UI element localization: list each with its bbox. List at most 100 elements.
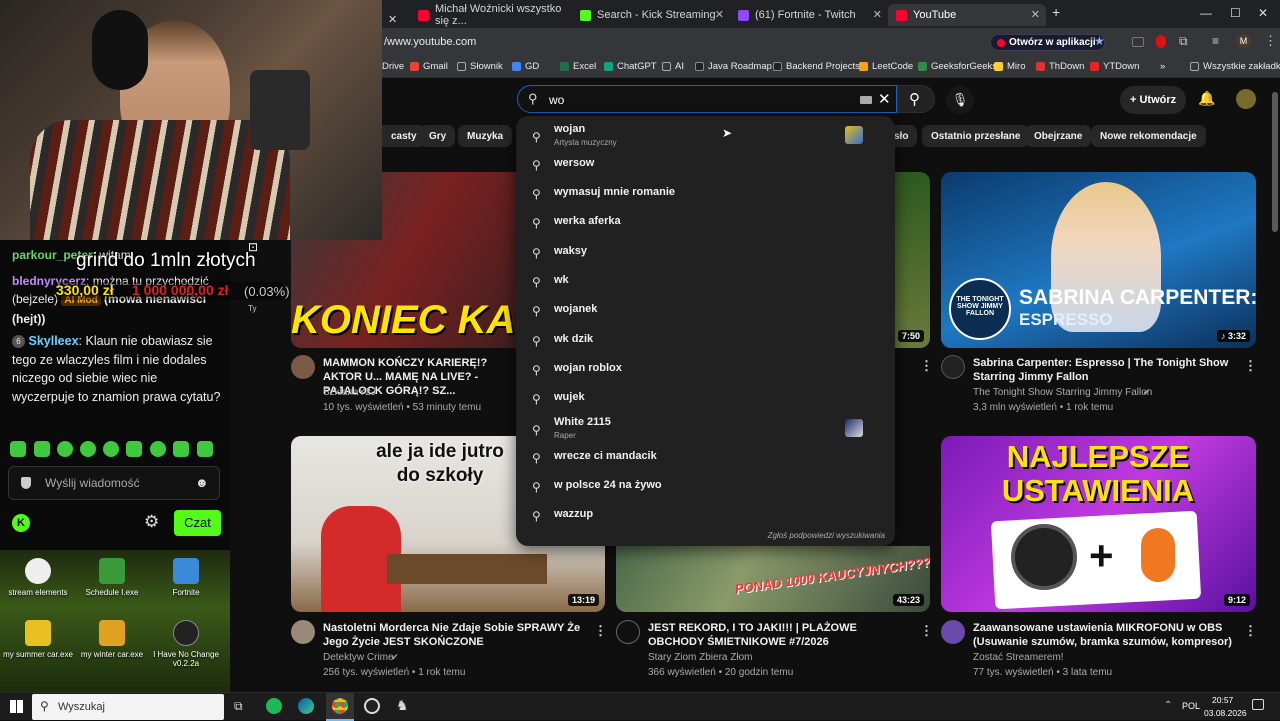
maximize-icon[interactable]: ☐ bbox=[1230, 6, 1241, 20]
emote-icon[interactable] bbox=[197, 441, 213, 457]
emoji-icon[interactable]: ☻ bbox=[195, 475, 209, 490]
suggestion-item[interactable]: ⚲ werka aferka bbox=[516, 208, 895, 237]
clear-search-icon[interactable]: ✕ bbox=[878, 90, 891, 108]
channel-name[interactable]: The Tonight Show Starring Jimmy Fallon bbox=[973, 387, 1152, 398]
url-text[interactable]: /www.youtube.com bbox=[384, 36, 476, 48]
bookmark-gd[interactable]: GD bbox=[512, 61, 539, 72]
video-title[interactable]: JEST REKORD, I TO JAKI!!! | PLAŻOWE OBCH… bbox=[648, 621, 888, 649]
desktop-icon-i-have-no-change[interactable]: I Have No Change v0.2.2a bbox=[148, 620, 224, 668]
page-scrollbar[interactable] bbox=[1272, 92, 1278, 232]
emote-icon[interactable] bbox=[57, 441, 73, 457]
tab-twitch[interactable]: (61) Fortnite - Twitch ✕ bbox=[730, 4, 888, 26]
report-suggestions-link[interactable]: Zgłoś podpowiedzi wyszukiwania bbox=[768, 531, 885, 540]
emote-icon[interactable] bbox=[80, 441, 96, 457]
emote-icon[interactable] bbox=[10, 441, 26, 457]
kick-logo-icon[interactable]: K bbox=[12, 514, 30, 532]
more-options-icon[interactable]: ⋮ bbox=[920, 623, 933, 639]
suggestion-item[interactable]: ⚲ waksy bbox=[516, 238, 895, 267]
create-button[interactable]: + Utwórz bbox=[1120, 86, 1187, 114]
emote-icon[interactable] bbox=[34, 441, 50, 457]
keyboard-icon[interactable] bbox=[860, 96, 872, 104]
channel-avatar[interactable] bbox=[291, 355, 315, 379]
emote-icon[interactable] bbox=[173, 441, 189, 457]
bookmark-star-icon[interactable]: ★ bbox=[1094, 34, 1105, 48]
bookmark-miro[interactable]: Miro bbox=[994, 61, 1025, 72]
new-tab-icon[interactable]: + bbox=[1052, 4, 1060, 20]
address-bar[interactable]: /www.youtube.com Otwórz w aplikacji ★ ⧉ … bbox=[382, 28, 1280, 56]
chip-ostatnio-przeslane[interactable]: Ostatnio przesłane bbox=[922, 125, 1030, 147]
language-indicator[interactable]: POL bbox=[1182, 701, 1200, 711]
bookmark-drive[interactable]: Drive bbox=[382, 61, 404, 72]
bookmark-slownik[interactable]: Słownik bbox=[457, 61, 503, 72]
windows-start-icon[interactable] bbox=[10, 700, 23, 713]
search-button[interactable]: ⚲ bbox=[897, 85, 935, 113]
video-thumbnail[interactable]: NAJLEPSZE USTAWIENIA + 9:12 bbox=[941, 436, 1256, 612]
desktop-icon-fortnite[interactable]: Fortnite bbox=[148, 558, 224, 597]
voice-search-icon[interactable]: 🎙 bbox=[946, 86, 974, 114]
suggestion-item[interactable]: ⚲ wk dzik bbox=[516, 326, 895, 355]
taskbar-search[interactable]: ⚲ Wyszukaj bbox=[32, 694, 224, 720]
bookmark-geeksforgeeks[interactable]: GeeksforGeeks bbox=[918, 61, 997, 72]
settings-gear-icon[interactable]: ⚙ bbox=[144, 512, 159, 532]
bookmark-chatgpt[interactable]: ChatGPT bbox=[604, 61, 657, 72]
channel-avatar[interactable] bbox=[941, 355, 965, 379]
video-title[interactable]: Nastoletni Morderca Nie Zdaje Sobie SPRA… bbox=[323, 621, 588, 649]
open-in-app-button[interactable]: Otwórz w aplikacji bbox=[990, 34, 1105, 51]
suggestion-item[interactable]: ⚲ wojanek bbox=[516, 296, 895, 325]
tray-overflow-icon[interactable]: ⌃ bbox=[1164, 700, 1172, 711]
bookmark-excel[interactable]: Excel bbox=[560, 61, 596, 72]
suggestion-item[interactable]: ⚲ w polsce 24 na żywo bbox=[516, 472, 895, 501]
bookmark-backend-projects[interactable]: Backend Projects bbox=[773, 61, 860, 72]
extensions-puzzle-icon[interactable]: ⧉ bbox=[1179, 34, 1188, 49]
clock-time[interactable]: 20:57 bbox=[1212, 695, 1233, 705]
search-query[interactable]: wo bbox=[549, 93, 564, 107]
desktop-icon-stream-elements[interactable]: stream elements bbox=[0, 558, 76, 597]
channel-name[interactable]: Zostać Streamerem! bbox=[973, 652, 1064, 663]
close-window-icon[interactable]: ✕ bbox=[1258, 6, 1268, 20]
chip-gry[interactable]: Gry bbox=[420, 125, 456, 147]
spotify-icon[interactable] bbox=[266, 698, 282, 714]
extension-icon[interactable] bbox=[1156, 35, 1166, 48]
bookmark-ytdown[interactable]: YTDown bbox=[1090, 61, 1139, 72]
chat-send-button[interactable]: Czat bbox=[174, 510, 221, 536]
channel-avatar[interactable] bbox=[291, 620, 315, 644]
clock-date[interactable]: 03.08.2026 bbox=[1204, 708, 1247, 718]
channel-avatar[interactable] bbox=[616, 620, 640, 644]
suggestion-item[interactable]: ⚲ wojan Artysta muzyczny bbox=[516, 120, 895, 152]
bookmark-java-roadmap[interactable]: Java Roadmap bbox=[695, 61, 772, 72]
close-tab-icon[interactable]: ✕ bbox=[873, 8, 882, 21]
suggestion-item[interactable]: ⚲ wojan roblox bbox=[516, 355, 895, 384]
more-options-icon[interactable]: ⋮ bbox=[1244, 623, 1257, 639]
suggestion-item[interactable]: ⚲ wazzup bbox=[516, 501, 895, 530]
more-options-icon[interactable]: ⋮ bbox=[920, 358, 933, 374]
bookmark-ai[interactable]: AI bbox=[662, 61, 684, 72]
edge-icon[interactable] bbox=[298, 698, 314, 714]
video-title[interactable]: Zaawansowane ustawienia MIKROFONU w OBS … bbox=[973, 621, 1233, 649]
close-tab-icon[interactable]: ✕ bbox=[388, 8, 397, 30]
app-icon[interactable]: ♞ bbox=[396, 697, 409, 714]
profile-avatar[interactable]: M bbox=[1236, 34, 1251, 49]
chip-muzyka[interactable]: Muzyka bbox=[458, 125, 513, 147]
emote-icon[interactable] bbox=[103, 441, 119, 457]
suggestion-item[interactable]: ⚲ wrecze ci mandacik bbox=[516, 443, 895, 472]
video-thumbnail[interactable]: PONAD 1000 KAUCYJNYCH??? 43:23 bbox=[616, 546, 930, 612]
chat-username[interactable]: Skylleex bbox=[28, 334, 78, 348]
cast-icon[interactable] bbox=[1132, 37, 1144, 47]
notifications-bell-icon[interactable]: 🔔 bbox=[1198, 90, 1215, 107]
bookmark-thdown[interactable]: ThDown bbox=[1036, 61, 1084, 72]
close-tab-icon[interactable]: ✕ bbox=[715, 8, 724, 21]
chip-obejrzane[interactable]: Obejrzane bbox=[1025, 125, 1092, 147]
emote-icon[interactable] bbox=[150, 441, 166, 457]
channel-name[interactable]: Detektyw Crime bbox=[323, 652, 394, 663]
close-tab-icon[interactable]: ✕ bbox=[1031, 8, 1040, 21]
channel-avatar[interactable] bbox=[941, 620, 965, 644]
channel-name[interactable]: SzklanaY2J bbox=[323, 387, 376, 398]
notification-center-icon[interactable] bbox=[1252, 699, 1264, 710]
chrome-menu-icon[interactable]: ⋮ bbox=[1264, 33, 1277, 49]
video-thumbnail[interactable]: THE TONIGHT SHOW JIMMY FALLON SABRINA CA… bbox=[941, 172, 1256, 348]
bookmarks-overflow-icon[interactable]: » bbox=[1160, 61, 1165, 72]
tab-kick[interactable]: Search - Kick Streaming ✕ bbox=[572, 4, 730, 26]
more-options-icon[interactable]: ⋮ bbox=[1244, 358, 1257, 374]
chat-input[interactable]: Wyślij wiadomość ☻ bbox=[8, 466, 220, 500]
suggestion-item[interactable]: ⚲ wk bbox=[516, 267, 895, 296]
